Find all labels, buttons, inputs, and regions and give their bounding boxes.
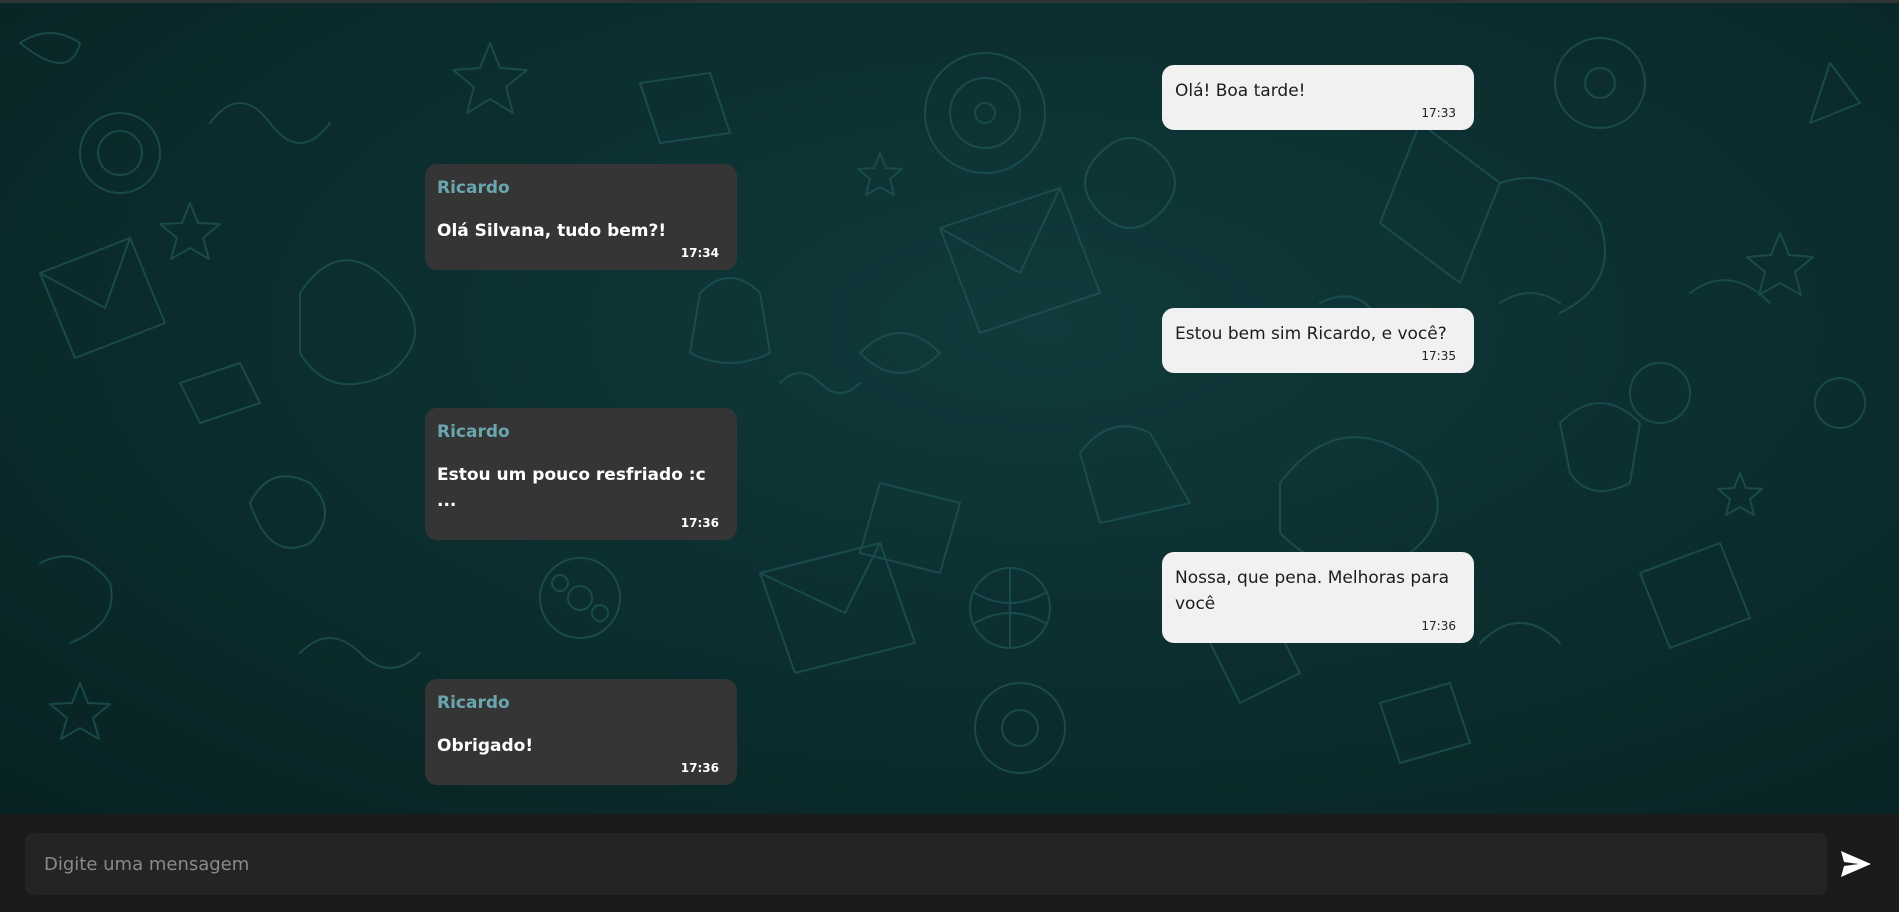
- message-timestamp: 17:35: [1421, 349, 1456, 363]
- message-bubble-received: Ricardo Obrigado! 17:36: [425, 679, 737, 785]
- message-bubble-received: Ricardo Estou um pouco resfriado :c ... …: [425, 408, 737, 540]
- message-timestamp: 17:33: [1421, 106, 1456, 120]
- doodle-wallpaper: [19, 32, 1866, 774]
- message-bubble-sent: Olá! Boa tarde! 17:33: [1162, 65, 1474, 130]
- message-bubble-sent: Estou bem sim Ricardo, e você? 17:35: [1162, 308, 1474, 373]
- message-text: Olá Silvana, tudo bem?!: [437, 221, 667, 241]
- chat-area[interactable]: Olá! Boa tarde! 17:33 Ricardo Olá Silvan…: [0, 3, 1899, 814]
- message-text: Nossa, que pena. Melhoras para você: [1175, 568, 1450, 614]
- message-timestamp: 17:36: [680, 761, 719, 775]
- message-text: Obrigado!: [437, 736, 534, 756]
- message-input[interactable]: [25, 833, 1827, 895]
- send-icon: [1841, 851, 1871, 877]
- sender-name: Ricardo: [437, 693, 510, 713]
- message-timestamp: 17:36: [1421, 619, 1456, 633]
- message-text: Estou um pouco resfriado :c ...: [437, 465, 706, 511]
- message-composer-bar: [0, 814, 1899, 912]
- message-timestamp: 17:36: [680, 516, 719, 530]
- message-bubble-sent: Nossa, que pena. Melhoras para você 17:3…: [1162, 552, 1474, 643]
- sender-name: Ricardo: [437, 178, 510, 198]
- send-button[interactable]: [1838, 846, 1874, 882]
- sender-name: Ricardo: [437, 422, 510, 442]
- message-text: Estou bem sim Ricardo, e você?: [1175, 324, 1447, 344]
- message-bubble-received: Ricardo Olá Silvana, tudo bem?! 17:34: [425, 164, 737, 270]
- message-timestamp: 17:34: [680, 246, 719, 260]
- message-text: Olá! Boa tarde!: [1175, 81, 1306, 101]
